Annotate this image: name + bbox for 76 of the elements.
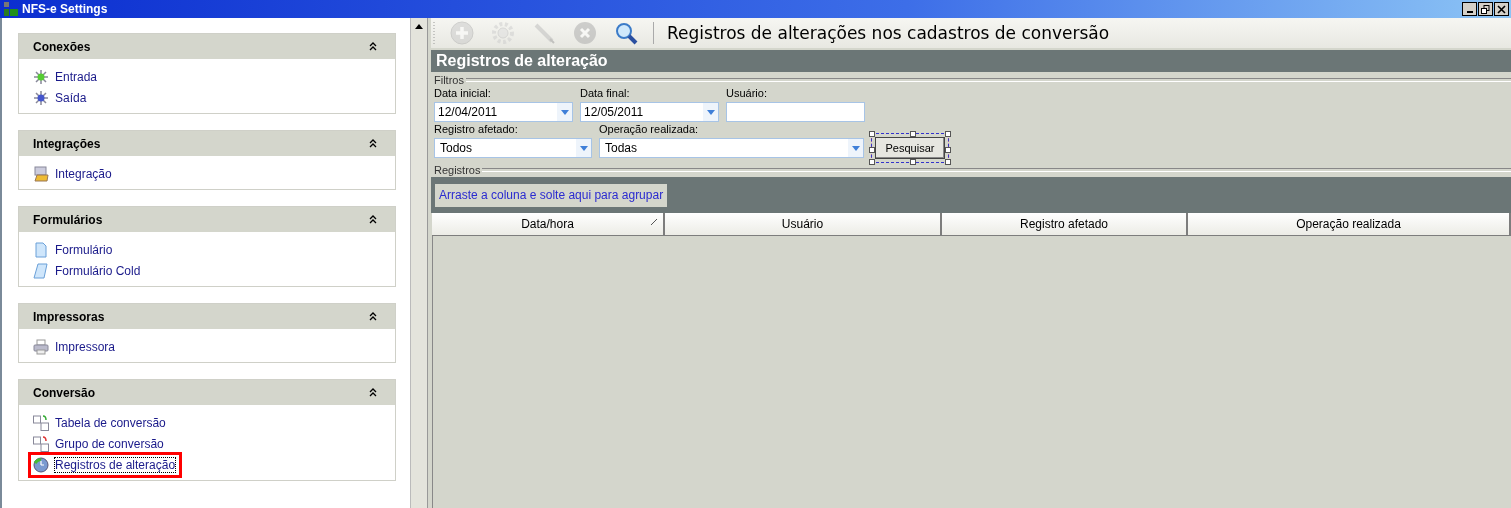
restore-button[interactable] <box>1478 2 1493 16</box>
close-icon <box>1497 4 1506 14</box>
field-label: Registro afetado: <box>434 122 519 137</box>
resize-handle[interactable] <box>869 131 875 137</box>
dropdown-arrow-icon <box>851 145 860 151</box>
delete-icon <box>573 21 597 45</box>
restore-icon <box>1481 4 1490 14</box>
input-field[interactable] <box>726 102 865 122</box>
section-header[interactable]: Integrações <box>19 131 395 156</box>
section-header[interactable]: Conexões <box>19 34 395 59</box>
toolbar-title: Registros de alterações nos cadastros de conversão <box>667 23 1110 43</box>
window-title: NFS-e Settings <box>22 2 108 16</box>
minimize-icon <box>1466 10 1473 13</box>
field-label: Usuário: <box>726 86 768 101</box>
sidebar-item[interactable]: Grupo de conversão <box>33 436 166 452</box>
dropdown-arrow-icon <box>579 145 588 151</box>
dropdown-arrow-icon <box>706 109 715 115</box>
gear-icon <box>491 21 515 45</box>
close-button[interactable] <box>1494 2 1509 16</box>
printer-icon <box>33 339 49 355</box>
document-icon <box>33 242 49 258</box>
dropdown-button[interactable] <box>557 103 572 121</box>
column-header[interactable]: Usuário <box>665 213 942 236</box>
section-header[interactable]: Formulários <box>19 207 395 232</box>
dropdown-button[interactable] <box>576 139 591 157</box>
section-title: Formulários <box>33 212 103 227</box>
resize-handle[interactable] <box>945 131 951 137</box>
add-icon <box>450 21 474 45</box>
field-label: Operação realizada: <box>599 122 700 137</box>
section-header[interactable]: Conversão <box>19 380 395 405</box>
sidebar-item[interactable]: Formulário Cold <box>33 263 143 279</box>
dropdown-field[interactable]: 12/04/2011 <box>434 102 573 122</box>
group-label: Filtros <box>434 74 464 86</box>
scroll-up-icon <box>415 24 423 29</box>
group-label: Registros <box>434 164 481 176</box>
letters-table-icon <box>33 415 49 431</box>
search-icon <box>614 21 638 45</box>
network-node-icon <box>33 90 49 106</box>
column-header[interactable]: Data/hora <box>432 213 665 236</box>
dropdown-arrow-icon <box>560 109 569 115</box>
column-header[interactable]: Registro afetado <box>942 213 1188 236</box>
pencil-icon <box>532 21 556 45</box>
section-title: Impressoras <box>33 309 105 324</box>
paper-sheet-icon <box>33 263 49 279</box>
sidebar-item[interactable]: Entrada <box>33 69 100 85</box>
dropdown-field[interactable]: Todas <box>599 138 864 158</box>
sidebar-item[interactable]: Saída <box>33 90 89 106</box>
section-title: Conexões <box>33 39 91 54</box>
dropdown-field[interactable]: Todos <box>434 138 592 158</box>
resize-handle[interactable] <box>910 159 916 165</box>
scrollbar[interactable] <box>410 18 428 508</box>
section-title: Integrações <box>33 136 101 151</box>
panel-title: Registros de alteração <box>436 52 608 70</box>
column-header[interactable]: Operação realizada <box>1188 213 1511 236</box>
network-node-icon <box>33 69 49 85</box>
numbers-table-icon <box>33 436 49 452</box>
field-label: Data inicial: <box>434 86 492 101</box>
field-label: Data final: <box>580 86 631 101</box>
resize-handle[interactable] <box>910 131 916 137</box>
section-header[interactable]: Impressoras <box>19 304 395 329</box>
sidebar-item[interactable]: Tabela de conversão <box>33 415 168 431</box>
section-title: Conversão <box>33 385 96 400</box>
globe-clock-icon <box>33 457 49 473</box>
sidebar-item[interactable]: Impressora <box>33 339 118 355</box>
dropdown-field[interactable]: 12/05/2011 <box>580 102 719 122</box>
search-button[interactable]: Pesquisar <box>875 137 945 159</box>
dropdown-button[interactable] <box>703 103 718 121</box>
scanner-icon <box>33 166 49 182</box>
sidebar-item[interactable]: Integração <box>33 166 114 182</box>
group-by-hint[interactable]: Arraste a coluna e solte aqui para agrupar <box>435 183 668 207</box>
sidebar-item[interactable]: Formulário <box>33 242 115 258</box>
app-logo-icon <box>4 2 18 16</box>
sort-icon <box>651 219 657 225</box>
dropdown-button[interactable] <box>848 139 863 157</box>
sidebar-item[interactable]: Registros de alteração <box>33 457 178 473</box>
minimize-button[interactable] <box>1462 2 1477 16</box>
